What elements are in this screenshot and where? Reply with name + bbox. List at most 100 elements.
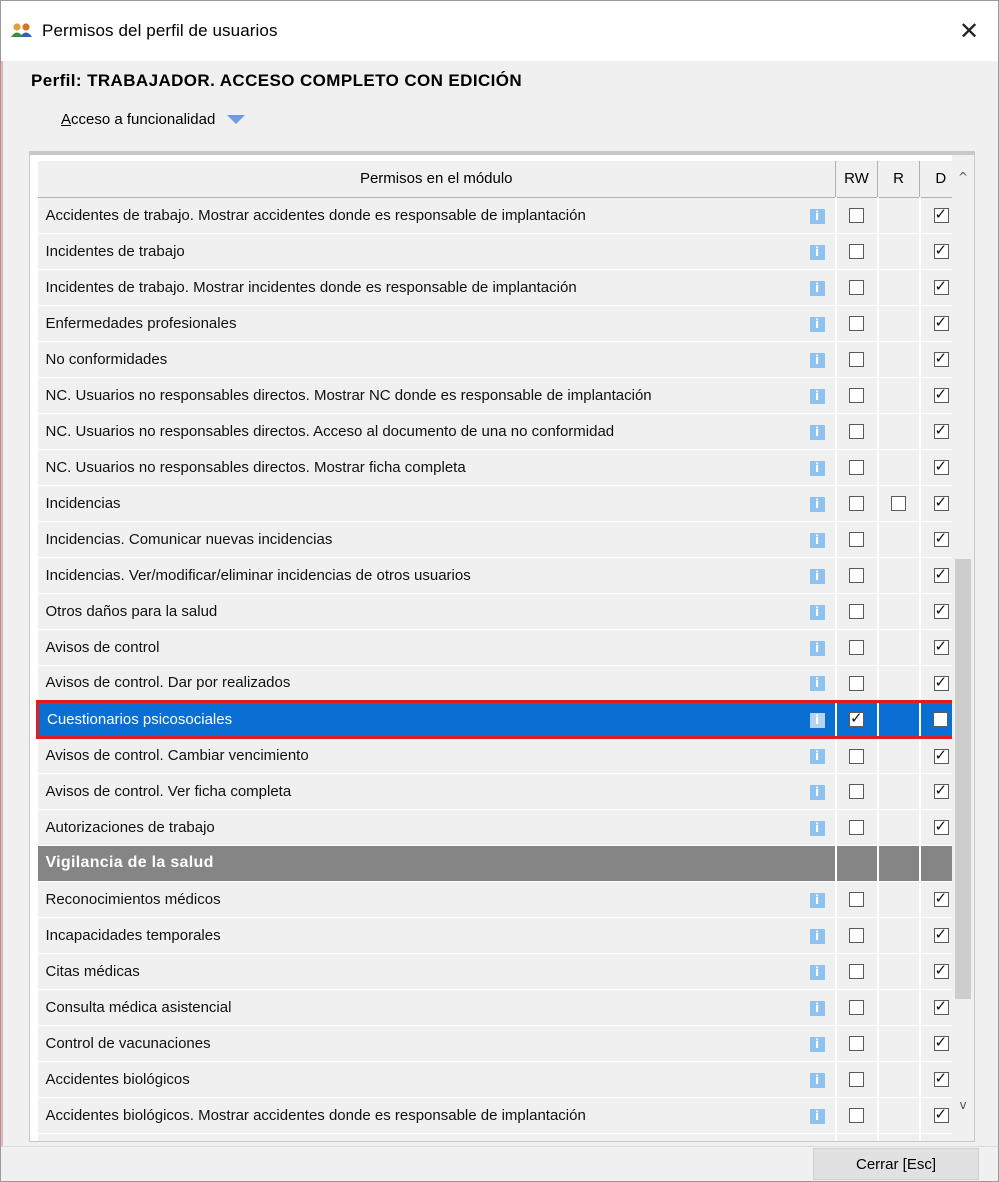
rw-checkbox[interactable] <box>849 532 864 548</box>
info-icon[interactable]: i <box>809 208 825 224</box>
d-checkbox[interactable] <box>933 529 949 548</box>
table-row[interactable]: Avisos de control. Dar por realizados i <box>37 665 962 702</box>
table-row[interactable]: NC. Usuarios no responsables directos. M… <box>37 449 962 486</box>
info-icon[interactable]: i <box>809 1000 825 1016</box>
rw-checkbox[interactable] <box>849 208 864 224</box>
info-icon[interactable]: i <box>809 964 825 980</box>
close-button[interactable]: Cerrar [Esc] <box>813 1148 979 1180</box>
rw-checkbox[interactable] <box>849 640 864 656</box>
info-icon[interactable]: i <box>809 784 825 800</box>
rw-checkbox[interactable] <box>849 460 864 476</box>
info-icon[interactable]: i <box>809 749 825 764</box>
rw-checkbox[interactable] <box>849 1000 864 1016</box>
table-row[interactable]: Otros daños para la salud i <box>37 593 962 630</box>
header-rw[interactable]: RW <box>835 161 878 198</box>
rw-checkbox[interactable] <box>849 820 864 836</box>
d-checkbox[interactable] <box>933 457 949 476</box>
info-icon[interactable]: i <box>809 604 825 620</box>
table-row-selected[interactable]: Cuestionarios psicosociales i <box>36 699 963 739</box>
rw-checkbox[interactable] <box>849 1036 864 1052</box>
table-row[interactable]: Avisos de control. Cambiar vencimiento i <box>37 737 962 774</box>
vertical-scrollbar[interactable]: ^ v <box>952 155 974 1141</box>
table-row[interactable]: Incidentes de trabajo i <box>37 233 962 270</box>
d-checkbox[interactable] <box>933 997 949 1016</box>
table-row[interactable]: Incidencias. Ver/modificar/eliminar inci… <box>37 557 962 594</box>
table-row[interactable]: Control de vacunaciones i <box>37 1025 962 1062</box>
info-icon[interactable]: i <box>809 820 825 836</box>
table-row[interactable]: Avisos de control i <box>37 629 962 666</box>
info-icon[interactable]: i <box>809 640 825 656</box>
r-checkbox[interactable] <box>891 496 906 512</box>
rw-checkbox[interactable] <box>849 496 864 512</box>
info-icon[interactable]: i <box>809 460 825 476</box>
d-checkbox[interactable] <box>933 673 949 691</box>
table-row[interactable]: Accidentes biológicos. Mostrar accidente… <box>37 1097 962 1134</box>
table-row[interactable]: Reconocimientos médicos i <box>37 881 962 918</box>
info-icon[interactable]: i <box>809 568 825 584</box>
rw-checkbox[interactable] <box>849 892 864 908</box>
info-icon[interactable]: i <box>809 892 825 908</box>
d-checkbox[interactable] <box>933 889 949 908</box>
access-functionality-menu[interactable]: Acceso a funcionalidad <box>61 111 246 128</box>
d-checkbox[interactable] <box>933 349 949 368</box>
info-icon[interactable]: i <box>809 1036 825 1052</box>
d-checkbox[interactable] <box>933 637 949 656</box>
table-row[interactable]: Consulta médica asistencial i <box>37 989 962 1026</box>
d-checkbox[interactable] <box>933 385 949 404</box>
info-icon[interactable]: i <box>809 1108 825 1124</box>
d-checkbox[interactable] <box>933 205 949 224</box>
info-icon[interactable]: i <box>809 712 825 728</box>
rw-checkbox[interactable] <box>849 675 864 691</box>
rw-checkbox[interactable] <box>849 928 864 944</box>
rw-checkbox[interactable] <box>849 748 864 764</box>
table-row[interactable]: Citas médicas i <box>37 953 962 990</box>
table-row[interactable]: Accidentes de trabajo. Mostrar accidente… <box>37 197 962 234</box>
rw-checkbox[interactable] <box>849 604 864 620</box>
rw-checkbox[interactable] <box>849 1108 864 1124</box>
table-row[interactable]: Incidencias. Comunicar nuevas incidencia… <box>37 521 962 558</box>
rw-checkbox[interactable] <box>849 316 864 332</box>
d-checkbox[interactable] <box>933 601 949 620</box>
d-checkbox[interactable] <box>933 1105 949 1124</box>
info-icon[interactable]: i <box>809 928 825 944</box>
rw-checkbox[interactable] <box>849 784 864 800</box>
scroll-up-icon[interactable]: ^ <box>952 165 974 189</box>
d-checkbox[interactable] <box>933 817 949 836</box>
d-checkbox[interactable] <box>933 277 949 296</box>
info-icon[interactable]: i <box>809 244 825 260</box>
header-module[interactable]: Permisos en el módulo <box>37 161 836 198</box>
info-icon[interactable]: i <box>809 280 825 296</box>
table-row[interactable]: NC. Usuarios no responsables directos. M… <box>37 377 962 414</box>
table-row[interactable]: Accidentes biológicos i <box>37 1061 962 1098</box>
scroll-thumb[interactable] <box>955 559 971 999</box>
rw-checkbox[interactable] <box>849 1072 864 1088</box>
table-row[interactable]: Enfermedades profesionales i <box>37 305 962 342</box>
info-icon[interactable]: i <box>809 676 825 691</box>
d-checkbox[interactable] <box>933 493 949 512</box>
table-row[interactable]: Programación anual de actividades de vig… <box>37 1133 962 1141</box>
info-icon[interactable]: i <box>809 316 825 332</box>
scroll-down-icon[interactable]: v <box>952 1093 974 1117</box>
d-checkbox[interactable] <box>933 746 949 764</box>
table-row[interactable]: No conformidades i <box>37 341 962 378</box>
d-checkbox[interactable] <box>933 781 949 800</box>
d-checkbox[interactable] <box>933 241 949 260</box>
rw-checkbox[interactable] <box>849 352 864 368</box>
table-row[interactable]: Incidencias i <box>37 485 962 522</box>
rw-checkbox[interactable] <box>849 244 864 260</box>
info-icon[interactable]: i <box>809 496 825 512</box>
table-row[interactable]: Autorizaciones de trabajo i <box>37 809 962 846</box>
table-row[interactable]: Incidentes de trabajo. Mostrar incidente… <box>37 269 962 306</box>
rw-checkbox[interactable] <box>849 280 864 296</box>
rw-checkbox[interactable] <box>849 709 864 728</box>
rw-checkbox[interactable] <box>849 388 864 404</box>
triangle-down-icon[interactable] <box>227 115 246 124</box>
info-icon[interactable]: i <box>809 424 825 440</box>
rw-checkbox[interactable] <box>849 964 864 980</box>
d-checkbox[interactable] <box>933 421 949 440</box>
d-checkbox[interactable] <box>933 1069 949 1088</box>
d-checkbox[interactable] <box>933 961 949 980</box>
table-row[interactable]: NC. Usuarios no responsables directos. A… <box>37 413 962 450</box>
d-checkbox[interactable] <box>933 565 949 584</box>
table-row[interactable]: Avisos de control. Ver ficha completa i <box>37 773 962 810</box>
